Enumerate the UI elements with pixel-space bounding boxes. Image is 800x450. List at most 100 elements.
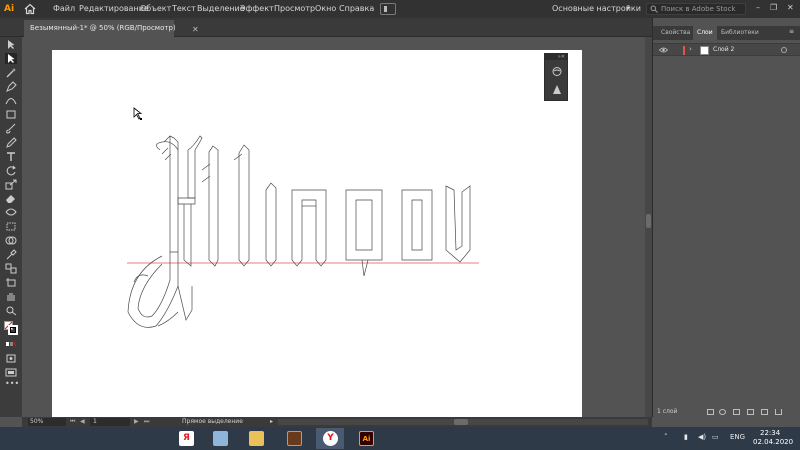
artwork-logo[interactable] (52, 50, 582, 417)
illustrator-window: Ai Файл Редактирование Объект Текст Выде… (0, 0, 800, 450)
gradient-icon[interactable] (551, 84, 563, 95)
curvature-tool-icon[interactable] (5, 95, 17, 106)
menu-text[interactable]: Текст (172, 4, 196, 13)
new-sublayer-icon[interactable] (747, 409, 754, 415)
taskbar-app-illustrator[interactable]: Ai (352, 428, 380, 449)
chevron-right-icon[interactable]: › (689, 45, 692, 53)
taskbar-app-game[interactable] (280, 428, 308, 449)
document-tab-bar: Безымянный-1* @ 50% (RGB/Просмотр) ✕ (0, 18, 652, 37)
selection-tool-icon[interactable] (5, 39, 17, 50)
menu-view[interactable]: Просмотр (274, 4, 315, 13)
width-tool-icon[interactable] (5, 207, 17, 218)
tab-properties[interactable]: Свойства (657, 26, 694, 40)
illustrator-icon: Ai (359, 431, 374, 446)
symbols-icon[interactable] (551, 66, 563, 77)
tab-layers[interactable]: Слои (693, 26, 717, 40)
clipping-mask-icon[interactable] (733, 409, 740, 415)
artboard[interactable] (52, 50, 582, 417)
network-icon[interactable]: ▮ (684, 433, 688, 441)
more-tools-icon[interactable]: ••• (5, 380, 19, 392)
layer-name[interactable]: Слой 2 (713, 46, 734, 53)
magic-wand-tool-icon[interactable] (5, 67, 17, 78)
illustrator-logo: Ai (4, 4, 15, 14)
maximize-button[interactable]: ❐ (770, 3, 777, 12)
floating-panel-header[interactable]: »✕ (545, 54, 567, 60)
eraser-tool-icon[interactable] (5, 193, 17, 204)
layer-color-swatch (683, 46, 685, 55)
tab-libraries[interactable]: Библиотеки (717, 26, 763, 40)
delete-layer-icon[interactable] (775, 409, 782, 415)
minimize-button[interactable]: – (756, 3, 760, 12)
volume-icon[interactable]: ◀) (698, 433, 706, 441)
hand-tool-icon[interactable] (5, 291, 17, 302)
locate-object-icon[interactable] (719, 409, 726, 415)
arrange-documents-button[interactable] (380, 3, 396, 15)
type-tool-icon[interactable] (5, 151, 17, 162)
tools-panel: ••• (0, 37, 22, 417)
search-icon (650, 5, 658, 13)
layers-panel: Свойства Слои Библиотеки ≡ › Слой 2 1 сл… (652, 18, 800, 417)
direct-selection-tool-icon[interactable] (5, 53, 17, 64)
zoom-select[interactable]: 50% (28, 418, 66, 426)
artboard-tool-icon[interactable] (5, 277, 17, 288)
collect-export-icon[interactable] (707, 409, 714, 415)
status-menu-arrow[interactable]: ▸ (270, 418, 273, 426)
vertical-scrollbar[interactable] (645, 37, 652, 417)
last-artboard-button[interactable]: ⏭ (144, 418, 149, 426)
paintbrush-tool-icon[interactable] (5, 123, 17, 134)
clock-date[interactable]: 02.04.2020 (753, 438, 793, 446)
close-window-button[interactable]: ✕ (787, 3, 794, 12)
fill-stroke-swatch-icon[interactable] (4, 321, 18, 335)
menu-effect[interactable]: Эффект (240, 4, 274, 13)
blend-tool-icon[interactable] (5, 263, 17, 274)
artboard-number-select[interactable]: 1 (90, 418, 130, 426)
color-mode-icon[interactable] (5, 339, 17, 350)
screen-mode-icon[interactable] (5, 367, 17, 378)
shape-builder-tool-icon[interactable] (5, 235, 17, 246)
layer-row[interactable]: › Слой 2 (653, 43, 800, 56)
vertical-scroll-thumb[interactable] (646, 214, 651, 228)
taskbar-app-yandex[interactable]: Y (316, 428, 344, 449)
stock-search-input[interactable]: Поиск в Adobe Stock (646, 3, 746, 15)
rotate-tool-icon[interactable] (5, 165, 17, 176)
menu-window[interactable]: Окно (315, 4, 336, 13)
panel-menu-icon[interactable]: ≡ (789, 28, 794, 35)
layers-count: 1 слой (657, 408, 678, 415)
taskbar-app-image-viewer[interactable] (206, 428, 234, 449)
current-tool-status[interactable]: Прямое выделение (182, 418, 243, 426)
next-artboard-button[interactable]: ▶ (134, 418, 139, 426)
layers-panel-footer: 1 слой (653, 408, 800, 417)
menu-edit[interactable]: Редактирование (79, 4, 149, 13)
tray-chevron-icon[interactable]: ˄ (664, 433, 668, 441)
horizontal-scrollbar[interactable] (278, 419, 648, 425)
notification-icon[interactable]: ▭ (712, 433, 719, 441)
chevron-down-icon[interactable]: ▾ (626, 4, 630, 12)
clock-time[interactable]: 22:34 (760, 429, 780, 437)
menu-object[interactable]: Объект (140, 4, 171, 13)
zoom-tool-icon[interactable] (5, 305, 17, 316)
taskbar-app-explorer[interactable] (242, 428, 270, 449)
menu-select[interactable]: Выделение (197, 4, 245, 13)
drawing-mode-icon[interactable] (5, 353, 17, 364)
rectangle-tool-icon[interactable] (5, 109, 17, 120)
language-indicator[interactable]: ENG (730, 433, 745, 441)
new-layer-icon[interactable] (761, 409, 768, 415)
home-icon[interactable] (24, 3, 36, 15)
layer-target-icon[interactable] (781, 47, 787, 53)
horizontal-scroll-thumb[interactable] (454, 419, 468, 425)
scale-tool-icon[interactable] (5, 179, 17, 190)
menu-file[interactable]: Файл (53, 4, 75, 13)
document-tab[interactable]: Безымянный-1* @ 50% (RGB/Просмотр) ✕ (24, 20, 199, 37)
first-artboard-button[interactable]: ⏮ (70, 418, 75, 426)
eyedropper-tool-icon[interactable] (5, 249, 17, 260)
pen-tool-icon[interactable] (5, 81, 17, 92)
pencil-tool-icon[interactable] (5, 137, 17, 148)
panel-tabs: Свойства Слои Библиотеки ≡ (653, 26, 800, 40)
floating-mini-panel: »✕ (544, 53, 568, 101)
taskbar-app-yandex-browser[interactable]: Я (172, 428, 200, 449)
menu-help[interactable]: Справка (339, 4, 374, 13)
close-tab-button[interactable]: ✕ (192, 21, 199, 38)
visibility-eye-icon[interactable] (659, 47, 668, 53)
prev-artboard-button[interactable]: ◀ (80, 418, 85, 426)
free-transform-tool-icon[interactable] (5, 221, 17, 232)
